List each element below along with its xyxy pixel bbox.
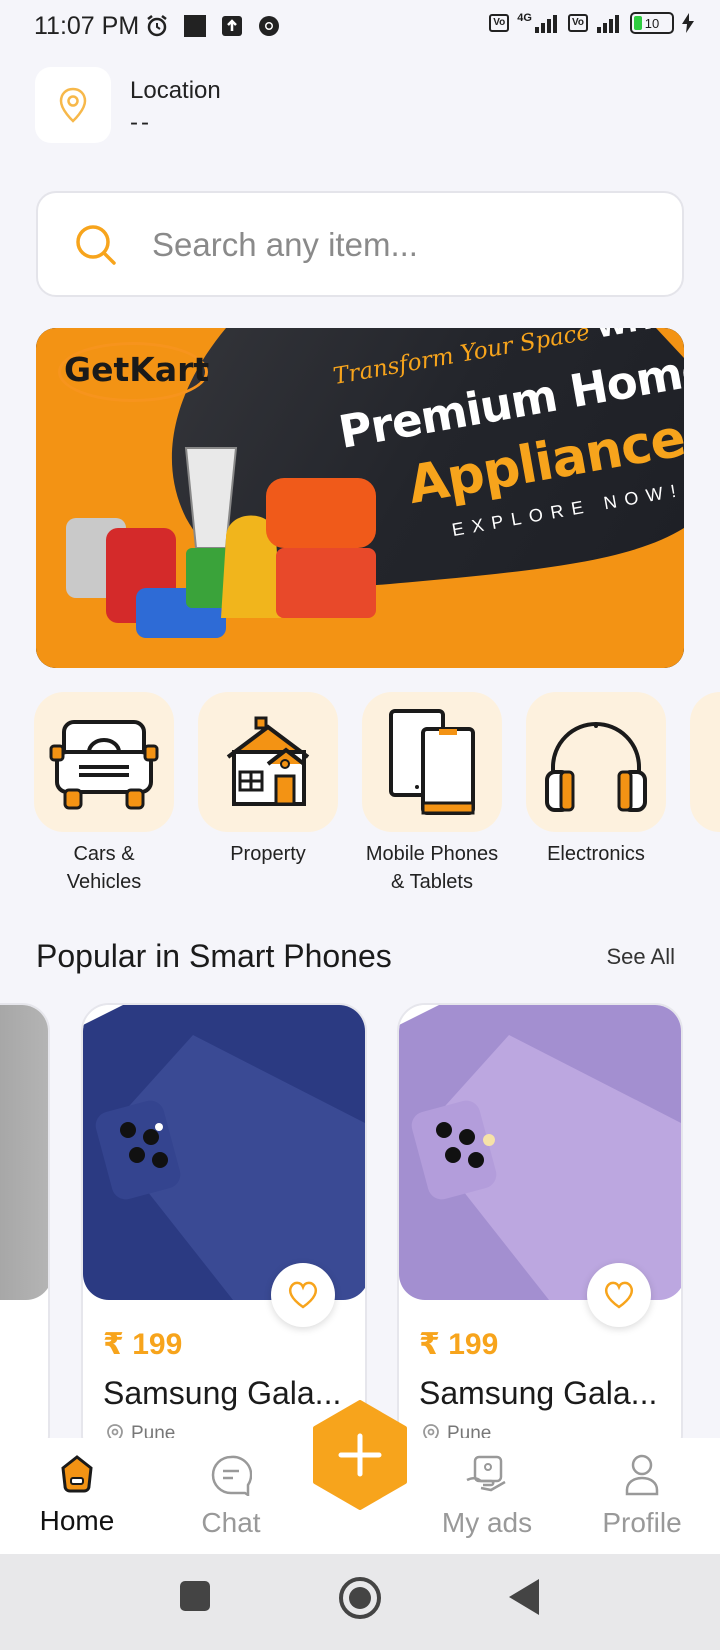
heart-icon (288, 1281, 318, 1309)
category-mobile-phones-tablets[interactable]: Mobile Phones & Tablets (362, 692, 502, 892)
nav-home[interactable]: Home (12, 1454, 142, 1537)
category-icon-box (34, 692, 174, 832)
product-card[interactable]: ₹ 199 Samsung Gala... Pune (397, 1003, 683, 1439)
product-location-text: Pune (131, 1423, 176, 1439)
volte-badge-2: Vo (567, 14, 588, 32)
charging-icon (682, 13, 694, 33)
headphones-icon (545, 722, 647, 812)
alarm-icon (147, 15, 167, 37)
home-system-icon[interactable] (338, 1576, 382, 1620)
promo-banner[interactable]: GetKart Transform Your Space WITH Premiu… (36, 328, 684, 668)
recents-icon[interactable] (179, 1580, 211, 1612)
home-icon (61, 1455, 93, 1493)
nav-chat-label: Chat (201, 1507, 261, 1538)
nav-chat[interactable]: Chat (166, 1454, 296, 1539)
location-pin-icon (107, 1424, 123, 1439)
category-label: Electronics (547, 843, 645, 865)
brand-logo: GetKart (64, 350, 210, 389)
location-value[interactable]: -- (130, 109, 152, 137)
category-icon-box (362, 692, 502, 832)
upload-icon (222, 16, 242, 36)
product-image (399, 1005, 681, 1300)
signal-icon-2 (597, 15, 619, 33)
category-label: Property (230, 843, 306, 865)
product-carousel: ₹ 199 Samsung Gala... Pune ₹ 199 Samsung… (0, 1003, 720, 1439)
search-bar[interactable]: Search any item... (36, 191, 684, 297)
status-bar: 11:07 PM Vo 4G Vo 10 (0, 0, 720, 56)
battery-level: 10 (644, 15, 660, 31)
volte-badge: Vo (489, 14, 510, 32)
nav-home-label: Home (39, 1505, 115, 1536)
category-list: Cars & Vehicles Property Mobile Phones &… (34, 692, 720, 892)
status-left-icons (145, 14, 281, 38)
nav-profile-label: Profile (602, 1507, 682, 1538)
location-pin-icon (59, 87, 87, 123)
search-placeholder: Search any item... (152, 226, 418, 263)
category-icon-box (198, 692, 338, 832)
heart-icon (604, 1281, 634, 1309)
location-pin-icon (423, 1424, 439, 1439)
product-location-text: Pune (447, 1423, 492, 1439)
category-partial[interactable] (690, 692, 720, 832)
location-label: Location (130, 77, 221, 104)
category-icon-box (690, 692, 720, 832)
category-electronics[interactable]: Electronics (526, 692, 666, 868)
battery-icon: 10 (630, 12, 674, 34)
product-image (83, 1005, 365, 1300)
product-price: ₹ 199 (419, 1328, 499, 1361)
phone-icon (389, 709, 475, 815)
back-icon[interactable] (508, 1578, 540, 1616)
location-button[interactable] (35, 67, 111, 143)
nav-my-ads[interactable]: My ads (422, 1454, 552, 1539)
app-square-icon (184, 15, 206, 37)
product-card-partial[interactable] (0, 1003, 50, 1439)
chat-icon (211, 1455, 253, 1498)
signal-icon (534, 15, 557, 33)
profile-icon (625, 1454, 659, 1496)
see-all-link[interactable]: See All (607, 944, 676, 970)
product-location: Pune (107, 1423, 175, 1439)
phone-case-image (399, 1005, 681, 1300)
product-location: Pune (423, 1423, 491, 1439)
favorite-button[interactable] (587, 1263, 651, 1327)
product-price: ₹ 199 (103, 1328, 183, 1361)
status-time: 11:07 PM (34, 12, 140, 40)
system-nav-bar (0, 1554, 720, 1650)
category-icon-box (526, 692, 666, 832)
nav-profile[interactable]: Profile (577, 1454, 707, 1539)
category-cars-vehicles[interactable]: Cars & Vehicles (34, 692, 174, 892)
status-right-icons: Vo 4G Vo 10 (489, 12, 694, 34)
category-label: Mobile Phones & Tablets (365, 843, 499, 892)
product-card[interactable]: ₹ 199 Samsung Gala... Pune (81, 1003, 367, 1439)
network-type: 4G (517, 12, 532, 24)
search-icon (76, 225, 116, 265)
category-property[interactable]: Property (198, 692, 338, 868)
section-title: Popular in Smart Phones (36, 938, 392, 974)
phone-case-image (83, 1005, 365, 1300)
category-label: Cars & Vehicles (66, 843, 142, 892)
nav-my-ads-label: My ads (441, 1507, 533, 1538)
house-icon (226, 716, 310, 806)
add-post-button[interactable] (310, 1400, 410, 1510)
favorite-button[interactable] (271, 1263, 335, 1327)
chrome-icon (259, 16, 279, 36)
car-icon (49, 720, 159, 810)
my-ads-icon (466, 1455, 506, 1492)
product-image (0, 1005, 48, 1300)
product-name: Samsung Gala... (419, 1375, 658, 1411)
